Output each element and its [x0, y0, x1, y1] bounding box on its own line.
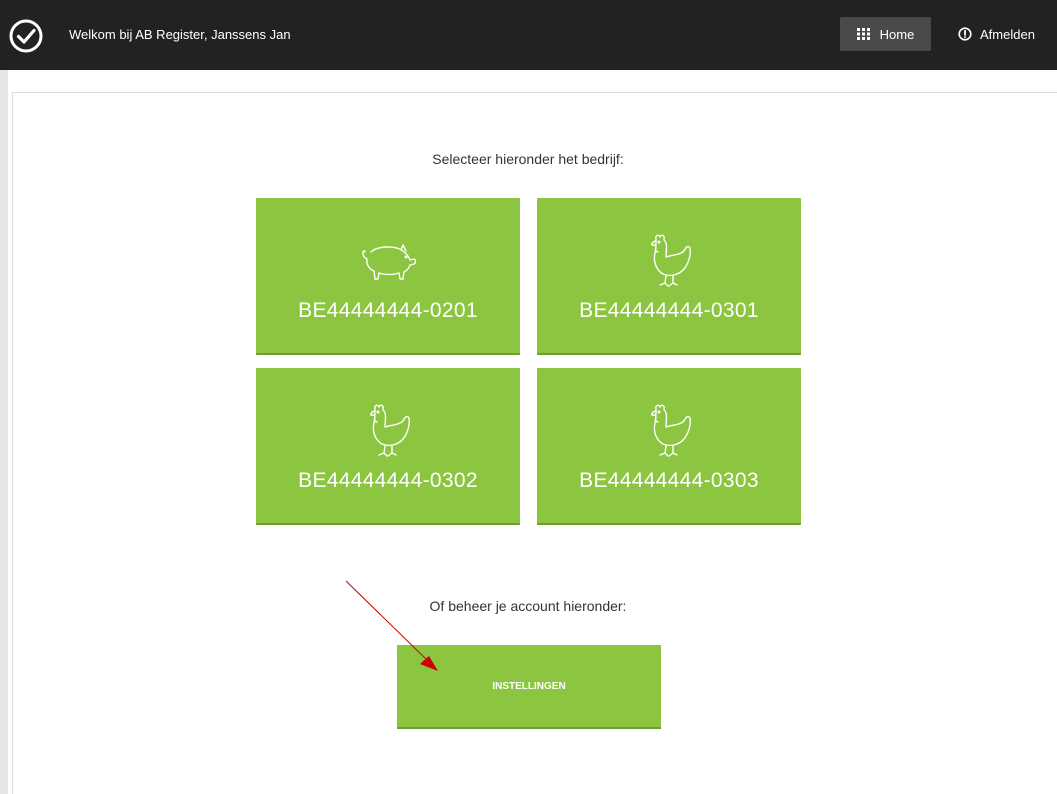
- select-company-prompt: Selecteer hieronder het bedrijf:: [432, 151, 624, 167]
- chicken-icon: [651, 234, 691, 287]
- chicken-icon: [370, 404, 410, 457]
- power-info-icon: [958, 27, 972, 41]
- pig-icon: [362, 244, 417, 280]
- home-button[interactable]: Home: [840, 17, 931, 51]
- chicken-icon: [651, 404, 691, 457]
- company-tile-0303[interactable]: BE44444444-0303: [537, 368, 801, 525]
- company-code: BE44444444-0302: [298, 469, 478, 492]
- company-tile-0201[interactable]: BE44444444-0201: [256, 198, 520, 355]
- company-code: BE44444444-0301: [579, 299, 759, 322]
- company-code: BE44444444-0201: [298, 299, 478, 322]
- company-tile-0302[interactable]: BE44444444-0302: [256, 368, 520, 525]
- left-margin-strip: [0, 0, 8, 794]
- settings-label: INSTELLINGEN: [492, 680, 566, 692]
- home-label: Home: [879, 26, 915, 42]
- top-navigation-bar: Welkom bij AB Register, Janssens Jan Hom…: [0, 0, 1057, 70]
- welcome-message: Welkom bij AB Register, Janssens Jan: [69, 27, 291, 42]
- annotation-arrow-icon: [345, 580, 438, 671]
- logout-label: Afmelden: [980, 26, 1035, 42]
- checkmark-logo-icon[interactable]: [8, 18, 44, 54]
- company-code: BE44444444-0303: [579, 469, 759, 492]
- logout-button[interactable]: Afmelden: [958, 17, 1035, 51]
- company-tile-0301[interactable]: BE44444444-0301: [537, 198, 801, 355]
- grid-icon: [856, 28, 870, 40]
